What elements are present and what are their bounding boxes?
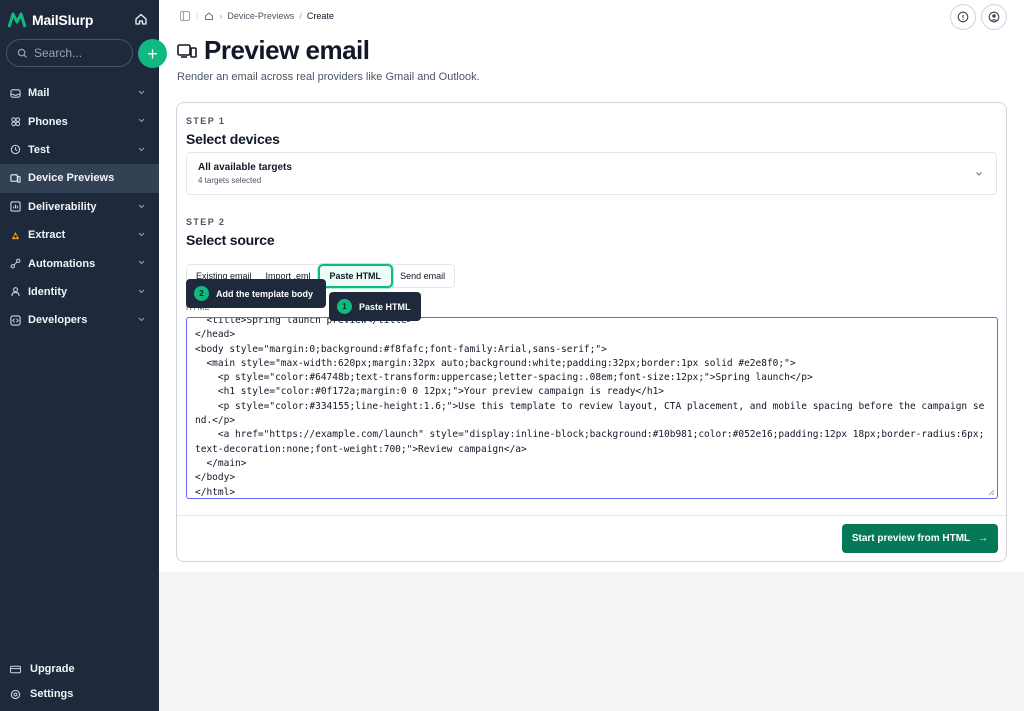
chevron-down-icon [976,172,982,176]
sidebar-item-phones[interactable]: Phones [0,107,159,135]
step2-label: STEP 2 [186,217,226,227]
chevron-down-icon [138,317,145,322]
chevron-down-icon [138,147,145,151]
breadcrumb-separator: / [299,11,302,21]
sidebar-item-label: Test [28,143,50,156]
device-targets-select[interactable]: All available targets 4 targets selected [186,152,997,195]
page-header: Preview email [177,35,370,66]
chart-icon [10,201,21,212]
sidebar-item-settings[interactable]: Settings [10,686,73,702]
preview-form-card: STEP 1 Select devices All available targ… [176,102,1007,562]
chevron-down-icon [138,260,145,265]
devices-icon [177,43,197,58]
resize-handle-icon[interactable] [988,489,995,496]
select-value: All available targets [198,162,292,173]
tour-tooltip-text: Paste HTML [359,301,411,312]
sidebar-item-label: Deliverability [28,200,97,213]
devices-icon [10,174,21,183]
tab-paste-html[interactable]: Paste HTML [317,264,394,288]
html-textarea-value: <title>Spring launch preview</title> </h… [195,317,985,498]
sidebar-item-identity[interactable]: Identity [0,278,159,306]
sidebar-item-label: Developers [28,314,88,327]
user-icon [988,11,1000,23]
phone-icon [11,117,21,127]
sidebar-item-deliverability[interactable]: Deliverability [0,193,159,221]
tour-tooltip-1[interactable]: 1 Paste HTML [329,292,421,321]
sidebar-item-developers[interactable]: Developers [0,306,159,334]
plus-icon: + [147,43,158,64]
test-icon [10,145,21,155]
inbox-icon [10,88,21,98]
start-preview-label: Start preview from HTML [851,533,971,544]
sidebar-item-upgrade[interactable]: Upgrade [10,661,75,677]
page-title: Preview email [204,35,370,65]
sidebar-item-label: Identity [28,285,68,298]
card-icon [10,665,21,673]
select-subtext: 4 targets selected [198,176,262,185]
step1-title: Select devices [186,131,280,147]
search-icon [17,48,28,58]
sidebar-item-label: Automations [28,257,96,270]
tour-step-number: 2 [194,286,209,301]
help-icon [957,11,969,23]
start-preview-button[interactable]: Start preview from HTML → [842,524,998,553]
step1-label: STEP 1 [186,116,226,126]
sidebar-item-mail[interactable]: Mail [0,79,159,107]
sidebar-item-label: Mail [28,87,50,100]
tour-tooltip-text: Add the template body [216,288,314,299]
sidebar-item-automations[interactable]: Automations [0,249,159,277]
tour-step-number: 1 [337,299,352,314]
gear-icon [10,689,21,699]
sidebar-nav: Mail Phones Test Device Previews Deliver… [0,79,159,335]
step2-title: Select source [186,232,275,248]
breadcrumb-device-previews[interactable]: Device-Previews [227,11,294,21]
breadcrumb-current: Create [306,11,334,21]
chevron-down-icon [138,232,145,237]
sidebar-item-label: Settings [30,688,74,700]
help-button[interactable] [950,4,976,30]
sidebar-item-label: Device Previews [28,172,115,185]
mailslurp-logo-icon [8,12,27,28]
automation-icon [10,258,21,269]
breadcrumb-separator: › [219,11,223,21]
search-input[interactable]: Search... [6,39,133,67]
account-button[interactable] [981,4,1007,30]
extract-icon [11,231,20,239]
sidebar-item-extract[interactable]: Extract [0,221,159,249]
main-content: | › Device-Previews / Create Preview ema… [159,0,1024,711]
sidebar-item-label: Extract [28,229,66,242]
chevron-down-icon [138,289,145,293]
sidebar-item-test[interactable]: Test [0,136,159,164]
identity-icon [11,287,20,297]
breadcrumb-separator: | [196,11,199,21]
tour-tooltip-2[interactable]: 2 Add the template body [186,279,326,308]
tab-send-email[interactable]: Send email [393,266,452,286]
add-button[interactable]: + [138,39,167,68]
sidebar-item-label: Phones [28,115,68,128]
brand-name: MailSlurp [32,12,94,28]
home-icon[interactable] [204,11,214,21]
chevron-down-icon [138,119,145,123]
chevron-down-icon [138,204,145,208]
breadcrumb: | › Device-Previews / Create [180,11,334,21]
html-textarea[interactable]: <title>Spring launch preview</title> </h… [186,317,998,499]
sidebar-item-label: Upgrade [30,663,75,675]
sidebar-toggle-icon[interactable] [180,11,190,21]
sidebar-item-device-previews[interactable]: Device Previews [0,164,159,193]
arrow-right-icon: → [978,533,989,544]
search-placeholder: Search... [34,46,83,60]
sidebar: MailSlurp Search... + Mail Phones Test D… [0,0,167,711]
home-icon[interactable] [133,11,149,27]
page-subtitle: Render an email across real providers li… [177,71,480,83]
chevron-down-icon [138,90,145,95]
divider [177,515,1006,516]
brand[interactable]: MailSlurp [8,10,93,30]
code-icon [10,315,21,326]
